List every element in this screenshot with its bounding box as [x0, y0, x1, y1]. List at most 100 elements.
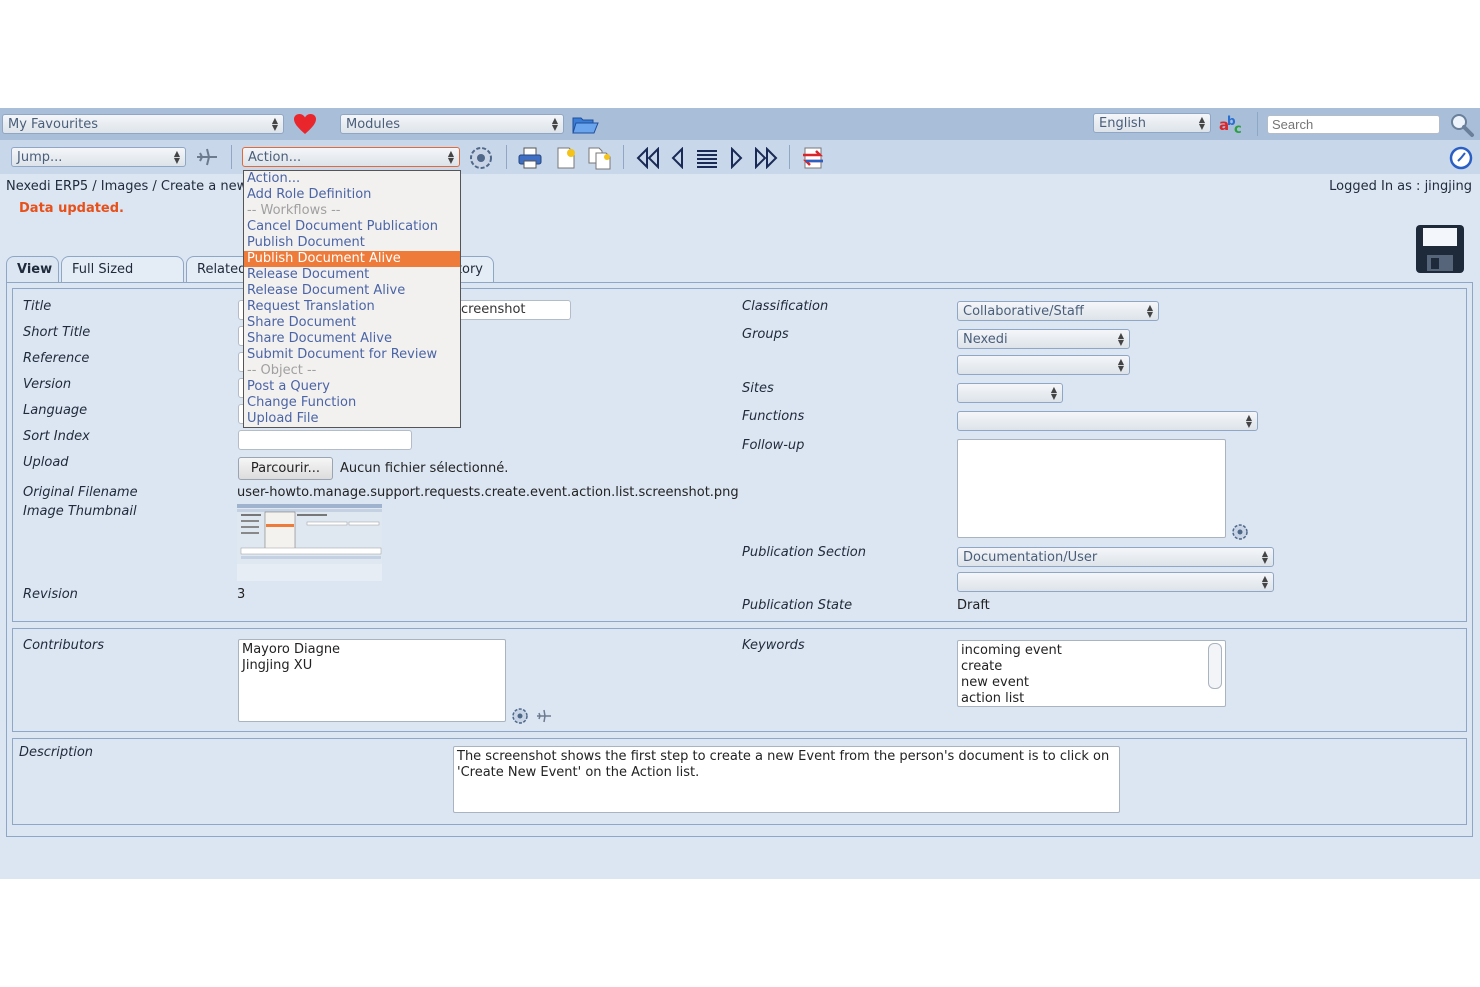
menu-item-request-translation[interactable]: Request Translation: [244, 299, 460, 315]
sites-select[interactable]: ▲ ▼: [957, 383, 1063, 403]
tab-view[interactable]: View: [6, 256, 59, 283]
contributors-label: Contributors: [23, 638, 104, 653]
title-label: Title: [23, 299, 52, 314]
version-label: Version: [23, 377, 72, 392]
sites-label: Sites: [742, 381, 774, 396]
erp5-app: My Favourites ▲ ▼ Modules ▲ ▼ English ▲ ▼ a…: [0, 108, 1480, 879]
groups-select-extra[interactable]: ▲ ▼: [957, 355, 1130, 375]
clone-document-icon[interactable]: [586, 145, 614, 171]
keywords-scrollbar[interactable]: [1208, 643, 1222, 689]
heart-icon[interactable]: [292, 113, 318, 135]
modules-select[interactable]: Modules ▲ ▼: [340, 114, 564, 134]
new-document-icon[interactable]: [553, 145, 579, 171]
logged-in-label: Logged In as : jingjing: [1329, 179, 1472, 194]
modules-label: Modules: [346, 117, 401, 132]
keyword-item[interactable]: new event: [961, 675, 1222, 691]
followup-gear-icon[interactable]: [1229, 522, 1251, 542]
publication-state-value: Draft: [957, 598, 990, 613]
select-arrows-icon: ▲ ▼: [1261, 574, 1268, 590]
menu-group-object: -- Object --: [247, 363, 317, 378]
first-record-icon[interactable]: [634, 145, 662, 171]
menu-item-action[interactable]: Action...: [244, 171, 460, 187]
menu-item-cancel-document-publication[interactable]: Cancel Document Publication: [244, 219, 460, 235]
select-arrows-icon: ▲ ▼: [1117, 357, 1124, 373]
menu-item-share-document[interactable]: Share Document: [244, 315, 460, 331]
select-arrows-icon: ▲ ▼: [551, 116, 558, 132]
menu-item-release-document-alive[interactable]: Release Document Alive: [244, 283, 460, 299]
publication-section-value: Documentation/User: [963, 550, 1098, 565]
print-icon[interactable]: [516, 145, 544, 171]
export-import-icon[interactable]: [799, 145, 827, 171]
toolbar-separator: [231, 145, 232, 169]
toolbar-separator: [1257, 112, 1258, 136]
jump-select[interactable]: Jump... ▲ ▼: [11, 147, 186, 167]
publication-section-label: Publication Section: [742, 545, 867, 560]
keyword-item[interactable]: incoming event: [961, 643, 1222, 659]
jump-plane-icon[interactable]: [194, 146, 220, 168]
contributor-item[interactable]: Mayoro Diagne: [242, 642, 502, 658]
previous-record-icon[interactable]: [666, 145, 688, 171]
language-label: Language: [23, 403, 88, 418]
search-icon[interactable]: [1448, 112, 1476, 138]
revision-value: 3: [237, 587, 246, 602]
save-floppy-icon[interactable]: [1414, 223, 1466, 275]
menu-item-submit-document-for-review[interactable]: Submit Document for Review: [244, 347, 460, 363]
publication-section-select-extra[interactable]: ▲ ▼: [957, 572, 1274, 592]
contributors-plane-icon[interactable]: [534, 706, 554, 726]
menu-item-upload-file[interactable]: Upload File: [244, 411, 460, 427]
action-dropdown-menu[interactable]: Action... Add Role Definition -- Workflo…: [243, 170, 461, 428]
last-record-icon[interactable]: [752, 145, 780, 171]
search-input[interactable]: [1267, 115, 1440, 134]
description-label: Description: [19, 745, 94, 760]
toolbar-separator: [623, 145, 624, 169]
menu-item-add-role-definition[interactable]: Add Role Definition: [244, 187, 460, 203]
browse-button[interactable]: Parcourir...: [238, 457, 333, 480]
breadcrumb[interactable]: Nexedi ERP5 / Images / Create a new: [6, 179, 247, 194]
translate-abc-icon[interactable]: abc: [1217, 112, 1247, 136]
classification-value: Collaborative/Staff: [963, 304, 1084, 319]
followup-field[interactable]: [957, 439, 1226, 538]
upload-label: Upload: [23, 455, 69, 470]
contributors-list[interactable]: Mayoro Diagne Jingjing XU: [238, 639, 506, 722]
select-arrows-icon: ▲ ▼: [1245, 413, 1252, 429]
select-arrows-icon: ▲ ▼: [173, 149, 180, 165]
original-filename-label: Original Filename: [23, 485, 138, 500]
language-select[interactable]: English ▲ ▼: [1093, 113, 1211, 133]
tab-full-sized-image[interactable]: Full Sized Image: [61, 256, 184, 303]
functions-select[interactable]: ▲ ▼: [957, 411, 1258, 431]
menu-item-share-document-alive[interactable]: Share Document Alive: [244, 331, 460, 347]
open-folder-icon[interactable]: [571, 113, 599, 135]
groups-select[interactable]: Nexedi ▲ ▼: [957, 329, 1130, 349]
keyword-item[interactable]: create: [961, 659, 1222, 675]
no-file-selected: Aucun fichier sélectionné.: [340, 461, 509, 476]
image-thumbnail[interactable]: [237, 504, 382, 581]
menu-item-change-function[interactable]: Change Function: [244, 395, 460, 411]
action-label: Action...: [248, 150, 302, 165]
menu-item-publish-document[interactable]: Publish Document: [244, 235, 460, 251]
status-message: Data updated.: [19, 201, 124, 216]
short-title-label: Short Title: [23, 325, 91, 340]
publication-section-select[interactable]: Documentation/User ▲ ▼: [957, 547, 1274, 567]
description-field[interactable]: The screenshot shows the first step to c…: [453, 746, 1120, 813]
select-arrows-icon: ▲ ▼: [271, 116, 278, 132]
keyword-item[interactable]: action list: [961, 691, 1222, 707]
next-record-icon[interactable]: [726, 145, 748, 171]
favourites-select[interactable]: My Favourites ▲ ▼: [2, 114, 284, 134]
action-select[interactable]: Action... ▲ ▼: [242, 147, 460, 167]
menu-item-publish-document-alive[interactable]: Publish Document Alive: [244, 251, 460, 267]
history-clock-icon[interactable]: [1447, 145, 1475, 171]
revision-label: Revision: [23, 587, 78, 602]
sort-index-field[interactable]: [238, 430, 412, 450]
functions-label: Functions: [742, 409, 805, 424]
select-arrows-icon: ▲ ▼: [1146, 303, 1153, 319]
menu-item-post-a-query[interactable]: Post a Query: [244, 379, 460, 395]
contributor-item[interactable]: Jingjing XU: [242, 658, 502, 674]
keywords-list[interactable]: incoming event create new event action l…: [957, 640, 1226, 707]
title-value: creenshot: [461, 302, 526, 317]
list-mode-icon[interactable]: [694, 145, 720, 171]
contributors-gear-icon[interactable]: [510, 706, 530, 726]
image-thumbnail-label: Image Thumbnail: [23, 504, 137, 519]
classification-select[interactable]: Collaborative/Staff ▲ ▼: [957, 301, 1159, 321]
menu-item-release-document[interactable]: Release Document: [244, 267, 460, 283]
gear-icon[interactable]: [467, 144, 495, 172]
